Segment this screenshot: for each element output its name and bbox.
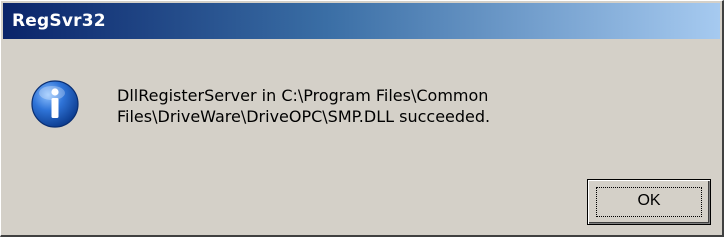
ok-button[interactable]: OK — [587, 179, 711, 225]
dialog-message: DllRegisterServer in C:\Program Files\Co… — [117, 86, 491, 126]
ok-button-label: OK — [637, 192, 661, 209]
message-dialog: RegSvr32 DllRegisterServer in C:\Program… — [0, 0, 724, 237]
info-icon — [30, 79, 80, 129]
window-title: RegSvr32 — [12, 11, 106, 31]
title-bar[interactable]: RegSvr32 — [3, 3, 720, 39]
